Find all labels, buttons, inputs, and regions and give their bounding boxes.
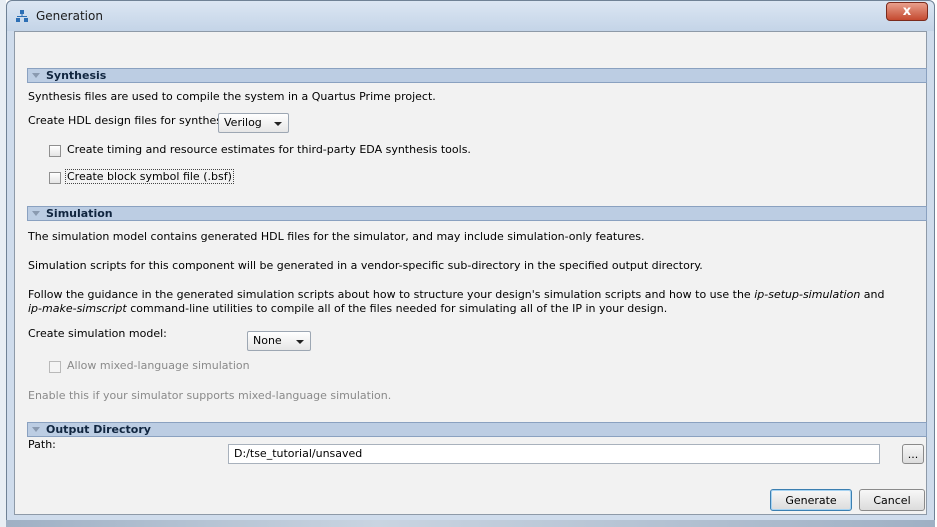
collapse-triangle-icon bbox=[32, 211, 40, 216]
simulation-guidance-text-3: command-line utilities to compile all of… bbox=[126, 302, 668, 315]
simulation-description-4: ip-make-simscript command-line utilities… bbox=[28, 302, 667, 315]
hdl-language-select[interactable]: Verilog bbox=[218, 113, 289, 133]
simulation-header-label: Simulation bbox=[46, 207, 113, 220]
close-button[interactable]: x bbox=[886, 2, 928, 21]
ip-make-simscript-term: ip-make-simscript bbox=[28, 302, 127, 315]
timing-estimates-label: Create timing and resource estimates for… bbox=[67, 143, 471, 156]
ellipsis-icon: ... bbox=[907, 447, 919, 461]
generate-button-label: Generate bbox=[785, 493, 837, 507]
dialog-content: Synthesis Synthesis files are used to co… bbox=[14, 31, 927, 515]
output-path-input[interactable]: D:/tse_tutorial/unsaved bbox=[228, 444, 880, 464]
simulation-guidance-text-1: Follow the guidance in the generated sim… bbox=[28, 288, 755, 301]
simulation-model-select[interactable]: None bbox=[247, 331, 311, 351]
hdl-language-value: Verilog bbox=[224, 116, 262, 129]
output-directory-section-header[interactable]: Output Directory bbox=[27, 422, 927, 437]
close-icon: x bbox=[902, 4, 912, 19]
simulation-section-header[interactable]: Simulation bbox=[27, 206, 927, 221]
path-label: Path: bbox=[28, 438, 56, 451]
simulation-model-value: None bbox=[253, 334, 282, 347]
cancel-button[interactable]: Cancel bbox=[859, 489, 925, 511]
synthesis-section-header[interactable]: Synthesis bbox=[27, 68, 927, 83]
generate-button[interactable]: Generate bbox=[770, 489, 852, 511]
cancel-button-label: Cancel bbox=[873, 493, 911, 507]
block-symbol-label-text: Create block symbol file (.bsf) bbox=[65, 169, 234, 184]
block-symbol-checkbox[interactable] bbox=[49, 172, 61, 184]
chevron-down-icon bbox=[274, 122, 282, 126]
hierarchy-icon bbox=[16, 10, 28, 22]
hdl-files-label: Create HDL design files for synthesis: bbox=[28, 114, 235, 127]
simulation-description-3: Follow the guidance in the generated sim… bbox=[28, 288, 885, 301]
generation-dialog: Generation x Synthesis Synthesis files a… bbox=[6, 0, 935, 521]
block-symbol-label: Create block symbol file (.bsf) bbox=[65, 169, 234, 184]
chevron-down-icon bbox=[296, 340, 304, 344]
window-title: Generation bbox=[36, 9, 103, 23]
ip-setup-simulation-term: ip-setup-simulation bbox=[754, 288, 861, 301]
simulation-model-label: Create simulation model: bbox=[28, 327, 167, 340]
collapse-triangle-icon bbox=[32, 73, 40, 78]
simulation-description-2: Simulation scripts for this component wi… bbox=[28, 259, 703, 272]
simulation-guidance-text-2: and bbox=[860, 288, 885, 301]
synthesis-header-label: Synthesis bbox=[46, 69, 107, 82]
mixed-language-hint: Enable this if your simulator supports m… bbox=[28, 389, 392, 402]
output-directory-header-label: Output Directory bbox=[46, 423, 151, 436]
mixed-language-checkbox[interactable] bbox=[49, 361, 61, 373]
title-bar[interactable]: Generation x bbox=[7, 1, 934, 31]
timing-estimates-checkbox[interactable] bbox=[49, 145, 61, 157]
synthesis-description: Synthesis files are used to compile the … bbox=[28, 90, 436, 103]
collapse-triangle-icon bbox=[32, 427, 40, 432]
browse-button[interactable]: ... bbox=[902, 444, 924, 464]
simulation-description-1: The simulation model contains generated … bbox=[28, 230, 645, 243]
mixed-language-label: Allow mixed-language simulation bbox=[67, 359, 250, 372]
window-bottom-border bbox=[6, 520, 935, 527]
